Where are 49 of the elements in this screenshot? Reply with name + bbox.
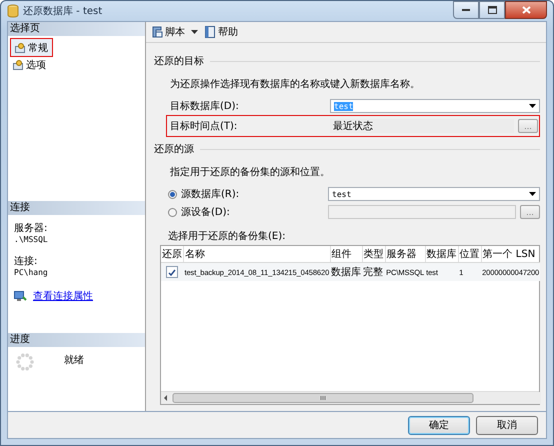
time-point-value: 最近状态	[330, 119, 514, 133]
restore-checkbox[interactable]	[166, 266, 178, 278]
dropdown-caret-icon	[529, 192, 536, 196]
grid-caption: 选择用于还原的备份集(E):	[168, 230, 286, 243]
maximize-button[interactable]	[479, 0, 505, 18]
section-header: 连接	[8, 201, 145, 215]
table-cell: 数据库	[330, 262, 362, 281]
page-icon	[13, 60, 24, 70]
connection-icon	[14, 290, 27, 302]
connection-properties-link[interactable]: 查看连接属性	[33, 289, 93, 303]
database-icon	[7, 4, 19, 18]
field-label: 目标时间点(T):	[169, 120, 238, 133]
page-item[interactable]: 常规	[10, 38, 53, 57]
toolbar-button[interactable]: 帮助	[202, 24, 240, 40]
description-text: 为还原操作选择现有数据库的名称或键入新数据库名称。	[170, 78, 421, 91]
maximize-icon	[488, 6, 496, 14]
spinner-icon	[16, 353, 34, 371]
dialog-button[interactable]: 确定	[408, 416, 470, 434]
close-button[interactable]	[505, 0, 547, 18]
page-item[interactable]: 选项	[10, 57, 49, 72]
description-text: 指定用于还原的备份集的源和位置。	[170, 166, 331, 179]
script-icon	[151, 26, 163, 38]
section-header: 选择页	[8, 22, 145, 36]
dropdown-caret-icon	[191, 30, 198, 34]
radio-label: 源设备(D):	[181, 206, 230, 219]
check-icon	[168, 268, 176, 276]
section-title: 还原的源	[154, 143, 194, 156]
help-icon	[204, 26, 216, 38]
minimize-button[interactable]	[453, 0, 479, 18]
field-label: 目标数据库(D):	[169, 100, 240, 113]
server-name: .\MSSQL	[14, 235, 49, 244]
section-title: 还原的目标	[154, 54, 204, 68]
radio-label: 源数据库(R):	[181, 188, 240, 201]
progress-status: 就绪	[64, 354, 84, 367]
connection-name: PC\hang	[14, 268, 49, 277]
connection-label: 连接:	[14, 254, 38, 268]
section-header: 进度	[8, 333, 145, 347]
browse-button[interactable]: ...	[518, 119, 538, 133]
close-icon	[522, 6, 530, 14]
server-label: 服务器:	[14, 222, 48, 235]
page-icon	[15, 42, 26, 52]
radio-button[interactable]	[168, 190, 177, 198]
dialog-button[interactable]: 取消	[476, 416, 538, 434]
dropdown-caret-icon	[529, 104, 536, 108]
table-cell: 完整	[362, 262, 386, 281]
window-title: 还原数据库 - test	[23, 4, 102, 18]
toolbar-button[interactable]: 脚本	[149, 24, 187, 40]
minimize-icon	[462, 8, 470, 12]
source-dropdown[interactable]: test	[328, 187, 540, 201]
